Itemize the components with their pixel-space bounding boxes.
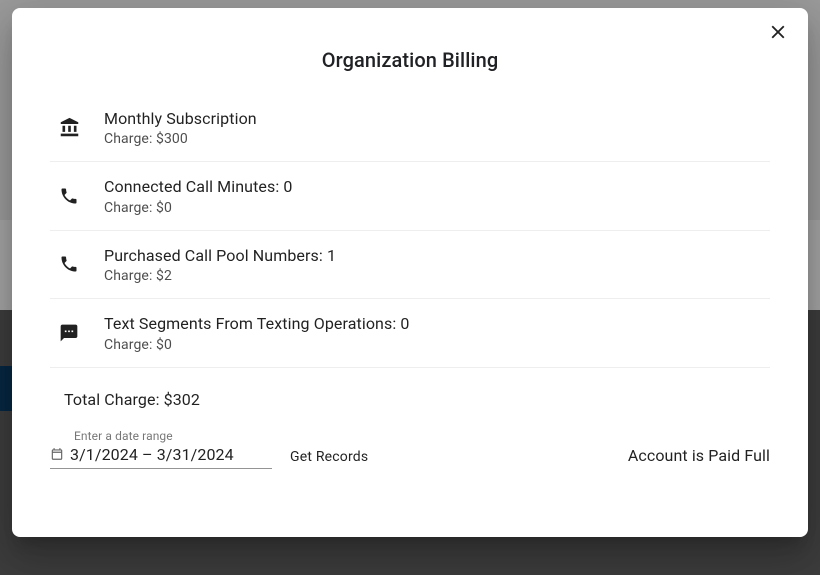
date-range-value: 3/1/2024 – 3/31/2024 — [70, 445, 234, 464]
billing-secondary: Charge: $2 — [104, 268, 770, 284]
billing-secondary: Charge: $0 — [104, 337, 770, 353]
billing-text: Text Segments From Texting Operations: 0… — [104, 313, 770, 352]
billing-list: Monthly Subscription Charge: $300 Connec… — [12, 108, 808, 368]
billing-primary: Purchased Call Pool Numbers: 1 — [104, 245, 770, 267]
close-icon — [767, 21, 789, 47]
billing-text: Connected Call Minutes: 0 Charge: $0 — [104, 176, 770, 215]
billing-secondary: Charge: $300 — [104, 131, 770, 147]
calendar-icon — [50, 447, 64, 461]
sms-icon — [58, 322, 80, 344]
billing-text: Purchased Call Pool Numbers: 1 Charge: $… — [104, 245, 770, 284]
billing-secondary: Charge: $0 — [104, 200, 770, 216]
billing-item-text-segments: Text Segments From Texting Operations: 0… — [50, 299, 770, 367]
billing-item-subscription: Monthly Subscription Charge: $300 — [50, 108, 770, 162]
close-button[interactable] — [766, 22, 790, 46]
modal-title: Organization Billing — [12, 48, 808, 72]
billing-primary: Connected Call Minutes: 0 — [104, 176, 770, 198]
billing-item-call-minutes: Connected Call Minutes: 0 Charge: $0 — [50, 162, 770, 230]
phone-icon — [58, 253, 80, 275]
phone-icon — [58, 185, 80, 207]
date-range-label: Enter a date range — [74, 429, 173, 443]
get-records-button[interactable]: Get Records — [290, 449, 368, 469]
date-range-field[interactable]: Enter a date range 3/1/2024 – 3/31/2024 — [50, 437, 272, 469]
billing-item-pool-numbers: Purchased Call Pool Numbers: 1 Charge: $… — [50, 231, 770, 299]
billing-primary: Monthly Subscription — [104, 108, 770, 130]
billing-text: Monthly Subscription Charge: $300 — [104, 108, 770, 147]
total-charge: Total Charge: $302 — [12, 376, 808, 423]
paid-status: Account is Paid Full — [628, 446, 770, 469]
billing-primary: Text Segments From Texting Operations: 0 — [104, 313, 770, 335]
bank-icon — [58, 117, 80, 139]
footer-row: Enter a date range 3/1/2024 – 3/31/2024 … — [12, 423, 808, 469]
billing-modal: Organization Billing Monthly Subscriptio… — [12, 8, 808, 537]
